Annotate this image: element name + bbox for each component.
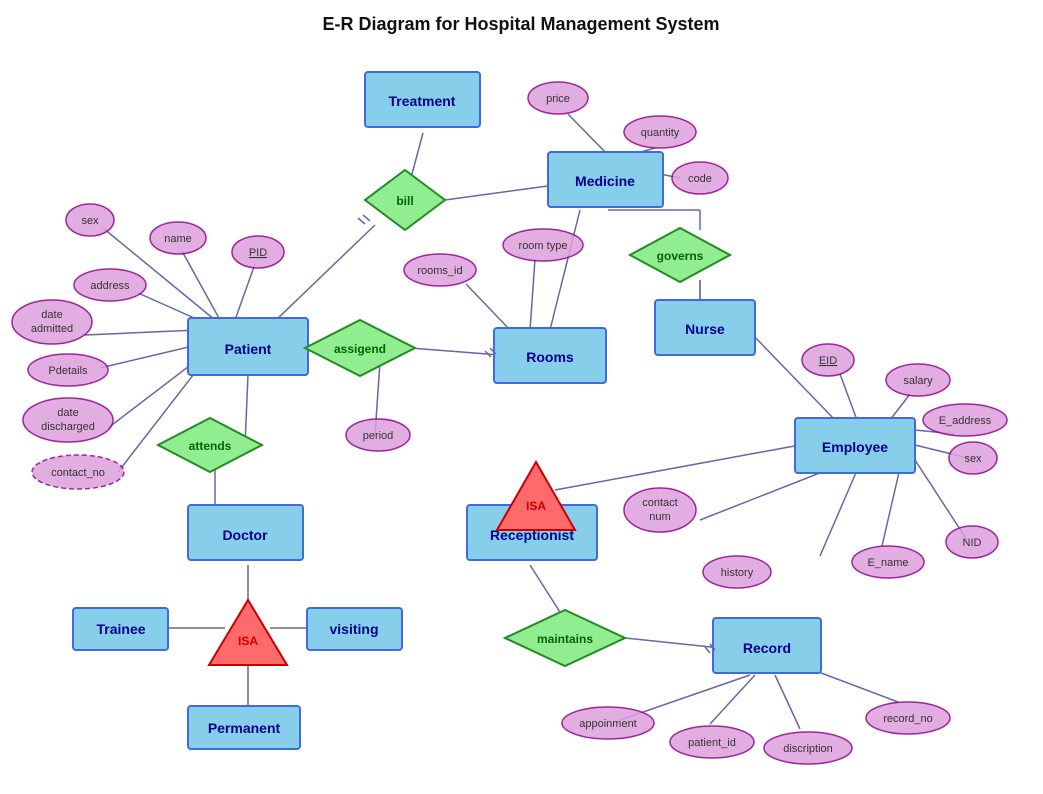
attr-e-address-label: E_address [939, 415, 992, 427]
attr-pid-label: PID [249, 247, 267, 259]
line-pat-pdetails [100, 345, 197, 368]
relation-assigend-label: assigend [334, 342, 386, 356]
line-med-price [568, 114, 608, 155]
attr-nid-label: NID [963, 537, 982, 549]
attr-eid-label: EID [819, 355, 837, 367]
attr-period-label: period [363, 430, 394, 442]
attr-pdetails-label: Pdetails [48, 365, 88, 377]
entity-visiting-label: visiting [329, 621, 378, 637]
line-rooms-roomtype [530, 259, 535, 330]
attr-contact-num-label2: num [649, 511, 670, 523]
entity-nurse-label: Nurse [685, 321, 725, 337]
entity-medicine-label: Medicine [575, 173, 635, 189]
isa-employee-label: ISA [526, 499, 546, 513]
attr-address-label: address [90, 280, 130, 292]
entity-record-label: Record [743, 640, 791, 656]
attr-quantity-label: quantity [641, 127, 680, 139]
line-attends-up [245, 375, 248, 445]
attr-date-discharged-label2: discharged [41, 421, 95, 433]
attr-rooms-id-label: rooms_id [417, 265, 462, 277]
attr-room-type-label: room type [519, 240, 568, 252]
attr-date-discharged-label: date [57, 407, 78, 419]
line-rec-patid [710, 675, 755, 724]
attr-salary-label: salary [903, 375, 933, 387]
entity-trainee-label: Trainee [96, 621, 145, 637]
attr-price-label: price [546, 93, 570, 105]
line-emp-ename [882, 468, 900, 546]
line-rooms-roomsid [466, 284, 510, 330]
line-pat-name [182, 251, 220, 320]
dbl-tick4 [705, 647, 710, 653]
relation-maintains-label: maintains [537, 632, 593, 646]
attr-patient-id-label: patient_id [688, 737, 736, 749]
relation-governs-label: governs [657, 249, 704, 263]
attr-contact-num [624, 488, 696, 532]
attr-name-label: name [164, 233, 192, 245]
attr-date-admitted-label: date [41, 309, 62, 321]
attr-sex-label: sex [81, 215, 99, 227]
attr-code-label: code [688, 173, 712, 185]
line-emp-eid [840, 374, 857, 420]
isa-doctor-label: ISA [238, 634, 258, 648]
diagram-title: E-R Diagram for Hospital Management Syst… [322, 14, 719, 34]
line-maint-record [625, 638, 720, 648]
line-pat-datedis [108, 360, 197, 428]
attr-sex2-label: sex [964, 453, 982, 465]
attr-record-no-label: record_no [883, 713, 933, 725]
relation-attends-label: attends [189, 439, 232, 453]
relation-bill-label: bill [396, 194, 413, 208]
dbl-tick1 [358, 218, 365, 224]
attr-date-admitted-label2: admitted [31, 323, 73, 335]
line-med-rooms [550, 210, 580, 330]
entity-treatment-label: Treatment [389, 93, 456, 109]
attr-discription-label: discription [783, 743, 833, 755]
attr-date-discharged [23, 398, 113, 442]
entity-doctor-label: Doctor [222, 527, 268, 543]
er-diagram: E-R Diagram for Hospital Management Syst… [0, 0, 1043, 789]
entity-patient-label: Patient [225, 341, 272, 357]
isa-doctor [209, 600, 287, 665]
line-emp-history [820, 468, 858, 556]
line-pat-pid [235, 264, 255, 320]
attr-appoinment-label: appoinment [579, 718, 637, 730]
attr-contact-no-label: contact_no [51, 467, 105, 479]
attr-date-admitted [12, 300, 92, 344]
entity-permanent-label: Permanent [208, 720, 281, 736]
attr-history-label: history [721, 567, 754, 579]
entity-rooms-label: Rooms [526, 349, 574, 365]
attr-contact-num-label: contact [642, 497, 677, 509]
attr-e-name-label: E_name [868, 557, 909, 569]
line-emp-isa [555, 445, 800, 490]
dbl-tick2 [363, 215, 370, 221]
line-rec-disc [775, 675, 800, 729]
line-emp-salary [890, 394, 910, 420]
line-pat-dateadm [85, 330, 197, 335]
entity-employee-label: Employee [822, 439, 888, 455]
line-bill-medicine [445, 185, 555, 200]
isa-employee [497, 462, 575, 530]
